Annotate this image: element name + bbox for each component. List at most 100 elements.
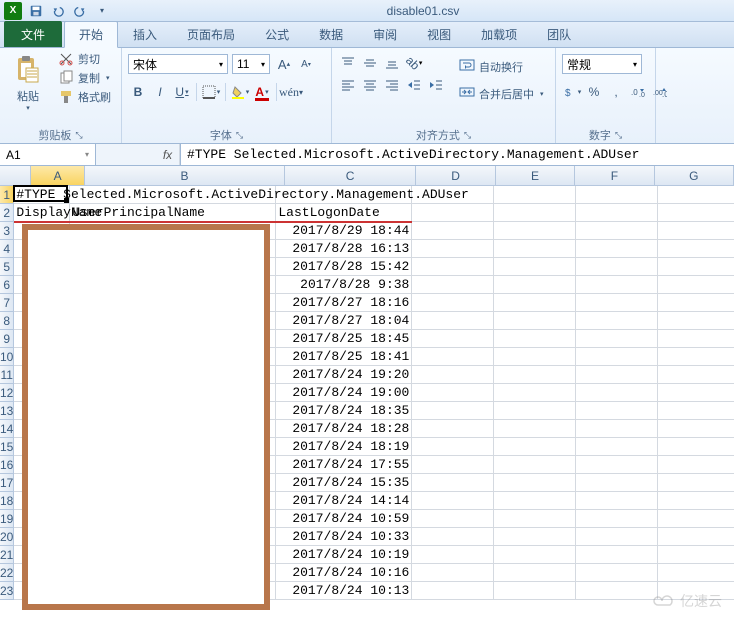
col-header-c[interactable]: C [285,166,417,186]
merge-center-button[interactable]: 合并后居中▾ [456,81,547,106]
qat-dropdown[interactable]: ▾ [92,2,112,20]
formula-input[interactable]: #TYPE Selected.Microsoft.ActiveDirectory… [180,144,734,165]
cell[interactable] [576,330,658,348]
decrease-decimal-button[interactable]: .00.0 [650,82,670,102]
format-painter-button[interactable]: 格式刷 [54,88,115,106]
cell[interactable] [576,474,658,492]
align-middle-button[interactable] [360,54,380,72]
row-header[interactable]: 20 [0,528,14,546]
cell[interactable] [412,276,494,294]
cell[interactable] [658,366,734,384]
tab-review[interactable]: 审阅 [358,21,412,47]
row-header[interactable]: 21 [0,546,14,564]
cell[interactable]: 2017/8/24 17:55 [276,456,412,474]
row-header[interactable]: 18 [0,492,14,510]
cell[interactable]: LastLogonDate [276,204,412,222]
cell[interactable] [412,564,494,582]
cell[interactable] [494,312,576,330]
accounting-button[interactable]: $ [562,82,582,102]
cell[interactable]: 2017/8/24 19:20 [276,366,412,384]
cell[interactable] [494,402,576,420]
row-header[interactable]: 9 [0,330,14,348]
cell[interactable] [494,420,576,438]
row-header[interactable]: 5 [0,258,14,276]
cell[interactable] [412,384,494,402]
cell[interactable] [658,564,734,582]
cell[interactable] [658,186,734,204]
cell[interactable] [658,384,734,402]
increase-indent-button[interactable] [426,76,446,94]
cell[interactable] [494,366,576,384]
cell[interactable] [658,438,734,456]
cell[interactable] [412,438,494,456]
cell[interactable] [576,438,658,456]
cell[interactable] [576,222,658,240]
col-header-g[interactable]: G [655,166,734,186]
cell[interactable] [658,456,734,474]
cell[interactable] [576,258,658,276]
cell[interactable] [494,510,576,528]
cell[interactable] [658,312,734,330]
row-header[interactable]: 14 [0,420,14,438]
cell[interactable] [494,294,576,312]
align-left-button[interactable] [338,76,358,94]
cell[interactable] [658,528,734,546]
row-header[interactable]: 17 [0,474,14,492]
cell[interactable] [412,294,494,312]
cell[interactable] [576,402,658,420]
save-button[interactable] [26,2,46,20]
row-header[interactable]: 19 [0,510,14,528]
cell[interactable]: 2017/8/28 16:13 [276,240,412,258]
cell[interactable] [658,204,734,222]
cell[interactable] [658,348,734,366]
font-size-select[interactable]: 11▾ [232,54,270,74]
cell[interactable]: 2017/8/28 9:38 [276,276,412,294]
align-center-button[interactable] [360,76,380,94]
tab-view[interactable]: 视图 [412,21,466,47]
cell[interactable]: 2017/8/24 18:28 [276,420,412,438]
cell[interactable] [576,384,658,402]
cell[interactable] [576,366,658,384]
cell[interactable] [494,384,576,402]
clipboard-launcher[interactable]: ⤡ [75,130,82,141]
tab-data[interactable]: 数据 [304,21,358,47]
tab-insert[interactable]: 插入 [118,21,172,47]
phonetic-button[interactable]: wén▾ [281,82,301,102]
tab-home[interactable]: 开始 [64,21,118,48]
cell[interactable]: #TYPE Selected.Microsoft.ActiveDirectory… [14,186,70,204]
cell[interactable] [412,312,494,330]
row-header[interactable]: 2 [0,204,14,222]
cell[interactable] [658,276,734,294]
cell[interactable] [658,222,734,240]
shrink-font-button[interactable]: A▾ [296,54,316,74]
cell[interactable]: 2017/8/24 10:13 [276,582,412,600]
cell[interactable] [658,240,734,258]
cell[interactable] [576,312,658,330]
cell[interactable] [658,330,734,348]
cell[interactable] [412,474,494,492]
row-header[interactable]: 8 [0,312,14,330]
row-header[interactable]: 23 [0,582,14,600]
cell[interactable]: 2017/8/28 15:42 [276,258,412,276]
font-name-select[interactable]: 宋体▾ [128,54,228,74]
cell[interactable] [576,564,658,582]
cell[interactable] [658,420,734,438]
cell[interactable] [494,240,576,258]
alignment-launcher[interactable]: ⤡ [464,130,471,141]
cell[interactable] [412,240,494,258]
cell[interactable] [494,582,576,600]
cell[interactable] [494,330,576,348]
cell[interactable] [494,564,576,582]
increase-decimal-button[interactable]: .0.00 [628,82,648,102]
cell[interactable] [494,546,576,564]
cell[interactable] [412,528,494,546]
italic-button[interactable]: I [150,82,170,102]
cell[interactable] [412,258,494,276]
cell[interactable]: 2017/8/24 10:16 [276,564,412,582]
tab-layout[interactable]: 页面布局 [172,21,250,47]
col-header-a[interactable]: A [31,166,85,186]
cell[interactable]: 2017/8/24 10:33 [276,528,412,546]
cell[interactable] [658,402,734,420]
cell[interactable]: 2017/8/24 14:14 [276,492,412,510]
font-launcher[interactable]: ⤡ [236,130,243,141]
